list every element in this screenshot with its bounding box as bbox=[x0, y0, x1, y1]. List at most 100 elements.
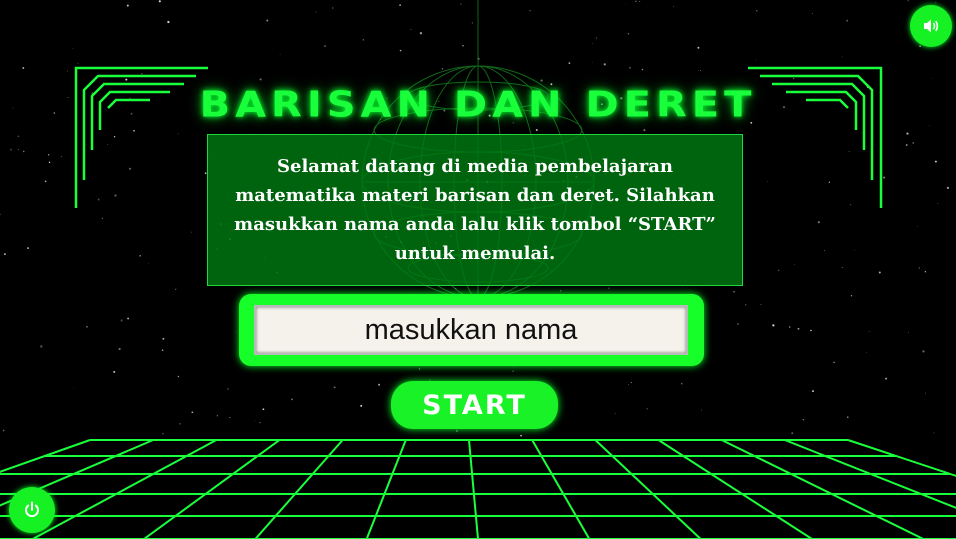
intro-panel: Selamat datang di media pembelajaran mat… bbox=[207, 134, 743, 286]
neon-floor-grid bbox=[0, 439, 956, 539]
intro-text: Selamat datang di media pembelajaran mat… bbox=[234, 156, 716, 264]
star bbox=[614, 412, 616, 414]
star bbox=[700, 70, 702, 71]
star bbox=[190, 231, 192, 233]
star bbox=[791, 432, 794, 435]
power-button[interactable] bbox=[9, 487, 55, 533]
star bbox=[378, 383, 381, 386]
star bbox=[418, 368, 421, 370]
star bbox=[797, 327, 800, 330]
star bbox=[848, 151, 850, 153]
power-icon bbox=[25, 501, 39, 518]
star bbox=[737, 323, 739, 325]
star bbox=[628, 66, 631, 69]
star bbox=[628, 384, 630, 386]
star bbox=[126, 4, 129, 7]
star bbox=[635, 0, 637, 3]
star bbox=[934, 160, 937, 163]
star bbox=[72, 47, 74, 49]
star bbox=[641, 68, 644, 71]
star bbox=[924, 392, 927, 394]
star bbox=[48, 161, 51, 164]
star bbox=[2, 429, 5, 432]
star bbox=[254, 420, 256, 422]
star bbox=[866, 351, 867, 353]
grid-line bbox=[784, 439, 956, 509]
star bbox=[259, 78, 262, 81]
star bbox=[177, 375, 180, 378]
star bbox=[471, 22, 473, 24]
star bbox=[10, 148, 13, 151]
star bbox=[441, 68, 444, 70]
star bbox=[141, 73, 143, 75]
star bbox=[933, 432, 935, 434]
star bbox=[535, 128, 538, 132]
star bbox=[419, 32, 423, 35]
star bbox=[905, 144, 908, 146]
star bbox=[127, 317, 129, 320]
star bbox=[114, 194, 117, 197]
grid-line bbox=[143, 439, 281, 539]
star bbox=[333, 386, 336, 389]
grid-line bbox=[594, 439, 702, 539]
star bbox=[868, 330, 870, 332]
star bbox=[850, 295, 853, 297]
star bbox=[697, 46, 700, 49]
star bbox=[60, 155, 62, 158]
star bbox=[811, 390, 815, 393]
star bbox=[113, 370, 116, 373]
star bbox=[681, 383, 683, 385]
star bbox=[139, 255, 141, 257]
star bbox=[756, 10, 758, 12]
star bbox=[540, 79, 543, 82]
star bbox=[22, 150, 25, 153]
star bbox=[529, 10, 531, 12]
star bbox=[118, 347, 121, 351]
grid-line bbox=[32, 439, 217, 539]
star bbox=[766, 180, 768, 182]
star bbox=[568, 62, 571, 65]
star bbox=[883, 176, 886, 179]
start-button[interactable]: START bbox=[391, 381, 558, 429]
star bbox=[162, 337, 165, 340]
star bbox=[918, 267, 920, 269]
star bbox=[733, 291, 735, 293]
star bbox=[125, 78, 128, 81]
star bbox=[847, 416, 849, 418]
star bbox=[922, 350, 925, 353]
star bbox=[315, 11, 317, 13]
star bbox=[608, 287, 610, 289]
star bbox=[73, 387, 75, 389]
grid-line bbox=[365, 439, 407, 539]
grid-line bbox=[254, 439, 344, 539]
game-title: BARISAN DAN DERET bbox=[199, 84, 757, 126]
star bbox=[17, 135, 20, 138]
star bbox=[455, 429, 459, 433]
star bbox=[3, 253, 6, 256]
star bbox=[332, 7, 334, 9]
star bbox=[399, 4, 401, 6]
star bbox=[924, 270, 927, 273]
star bbox=[788, 326, 791, 328]
star bbox=[828, 181, 830, 183]
star bbox=[128, 167, 132, 170]
sound-button[interactable] bbox=[910, 5, 952, 47]
star bbox=[625, 3, 626, 4]
star bbox=[810, 329, 812, 332]
star bbox=[18, 149, 20, 151]
speaker-volume-icon bbox=[924, 19, 939, 33]
star bbox=[48, 154, 50, 156]
star bbox=[101, 217, 104, 220]
grid-line bbox=[531, 439, 591, 539]
star bbox=[262, 408, 265, 411]
star bbox=[97, 198, 100, 201]
star bbox=[266, 19, 269, 22]
star bbox=[0, 213, 1, 216]
star bbox=[235, 331, 237, 333]
star bbox=[802, 419, 804, 421]
star bbox=[603, 63, 606, 66]
star bbox=[107, 144, 109, 145]
name-input[interactable] bbox=[254, 305, 688, 355]
star bbox=[179, 423, 181, 425]
star bbox=[22, 67, 25, 69]
